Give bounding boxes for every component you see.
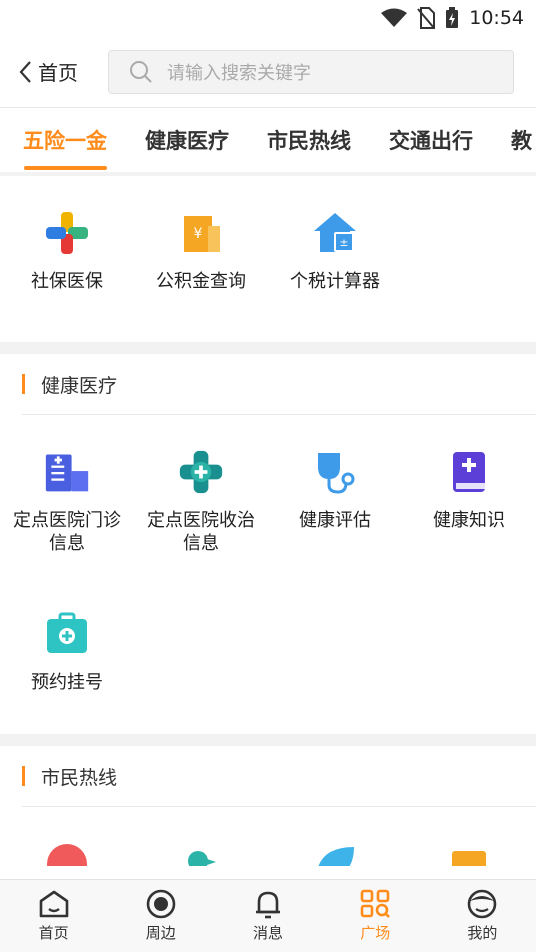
document-icon	[446, 841, 492, 866]
home-icon	[39, 890, 68, 918]
no-sim-icon	[417, 7, 436, 29]
grid-item-label: 定点医院门诊信息	[13, 510, 121, 554]
section-divider	[0, 342, 536, 354]
bell-icon	[256, 891, 280, 919]
grid-item-hotline-3[interactable]	[268, 841, 402, 866]
profile-icon	[468, 889, 497, 919]
section-header: 健康医疗	[22, 354, 536, 415]
svg-text:±: ±	[339, 236, 348, 249]
grid-item-outpatient-info[interactable]: 定点医院门诊信息	[0, 449, 134, 611]
tabbar-label: 广场	[360, 924, 391, 942]
tab-education[interactable]: 教	[492, 108, 536, 172]
medical-badge-icon	[178, 449, 224, 495]
grid-item-admission-info[interactable]: 定点医院收治信息	[134, 449, 268, 611]
grid-item-label: 预约挂号	[31, 672, 103, 693]
category-tabs: 五险一金 健康医疗 市民热线 交通出行 教	[0, 108, 536, 176]
search-icon	[130, 60, 152, 83]
tabbar-home[interactable]: 首页	[0, 880, 107, 952]
grid-item-hotline-2[interactable]	[134, 841, 268, 866]
grid-item-label: 定点医院收治信息	[147, 510, 255, 554]
tabbar-label: 周边	[145, 924, 176, 942]
tabbar-mine[interactable]: 我的	[429, 880, 536, 952]
tab-traffic[interactable]: 交通出行	[370, 108, 492, 172]
search-input[interactable]: 请输入搜索关键字	[108, 49, 514, 94]
search-placeholder: 请输入搜索关键字	[167, 62, 311, 84]
tab-hotline[interactable]: 市民热线	[248, 108, 370, 172]
section-wuxianyijin: 社保医保 ¥ 公积金查询 ± 个税计算器	[0, 176, 536, 342]
grid-item-health-assessment[interactable]: 健康评估	[268, 449, 402, 611]
medical-cross-icon	[44, 210, 90, 256]
section-accent-bar	[22, 374, 25, 394]
grid-item-label: 个税计算器	[290, 271, 380, 292]
tab-wuxianyijin[interactable]: 五险一金	[4, 108, 126, 172]
section-hotline: 市民热线	[0, 746, 536, 866]
health-book-icon	[446, 449, 492, 495]
tabbar-label: 消息	[253, 924, 284, 942]
house-calculator-icon: ±	[312, 210, 358, 256]
back-button[interactable]: 首页	[18, 57, 108, 86]
bird-icon	[178, 841, 224, 866]
tabbar-label: 我的	[467, 924, 498, 942]
grid-item-tax-calculator[interactable]: ± 个税计算器	[268, 210, 402, 293]
square-grid-icon	[360, 889, 391, 918]
svg-text:¥: ¥	[194, 226, 203, 242]
tab-health[interactable]: 健康医疗	[126, 108, 248, 172]
section-title: 市民热线	[41, 766, 118, 789]
grid-item-housing-fund[interactable]: ¥ 公积金查询	[134, 210, 268, 293]
grid-item-appointment[interactable]: 预约挂号	[0, 611, 134, 737]
status-time: 10:54	[469, 7, 524, 29]
leaf-icon	[312, 841, 358, 866]
tabbar-square[interactable]: 广场	[322, 880, 429, 952]
top-bar: 首页 请输入搜索关键字	[0, 36, 536, 108]
grid-item-hotline-4[interactable]	[402, 841, 536, 866]
location-circle-icon	[146, 889, 176, 919]
chevron-left-icon	[19, 60, 31, 83]
back-label: 首页	[38, 61, 78, 85]
grid-item-label: 健康知识	[433, 510, 505, 531]
service-face-icon	[44, 841, 90, 866]
section-health: 健康医疗 定点医院门诊信息 定点医院收治信息 健康评估 健康知识 预约挂号	[0, 354, 536, 734]
grid-item-health-knowledge[interactable]: 健康知识	[402, 449, 536, 611]
section-title: 健康医疗	[41, 374, 118, 397]
hospital-icon	[44, 449, 90, 495]
stethoscope-icon	[312, 449, 358, 495]
grid-item-label: 公积金查询	[156, 271, 246, 292]
bottom-tab-bar: 首页 周边 消息 广场 我的	[0, 879, 536, 952]
section-header: 市民热线	[22, 746, 536, 807]
building-yuan-icon: ¥	[178, 210, 224, 256]
tabbar-label: 首页	[38, 924, 69, 942]
tabbar-nearby[interactable]: 周边	[107, 880, 214, 952]
medical-kit-icon	[44, 611, 90, 657]
grid-item-label: 健康评估	[299, 510, 371, 531]
status-bar: 10:54	[0, 0, 536, 36]
section-accent-bar	[22, 766, 25, 786]
wifi-icon	[381, 8, 408, 27]
grid-item-social-insurance[interactable]: 社保医保	[0, 210, 134, 293]
battery-icon	[446, 7, 459, 28]
grid-item-label: 社保医保	[31, 271, 103, 292]
tabbar-messages[interactable]: 消息	[214, 880, 321, 952]
grid-item-hotline-1[interactable]	[0, 841, 134, 866]
